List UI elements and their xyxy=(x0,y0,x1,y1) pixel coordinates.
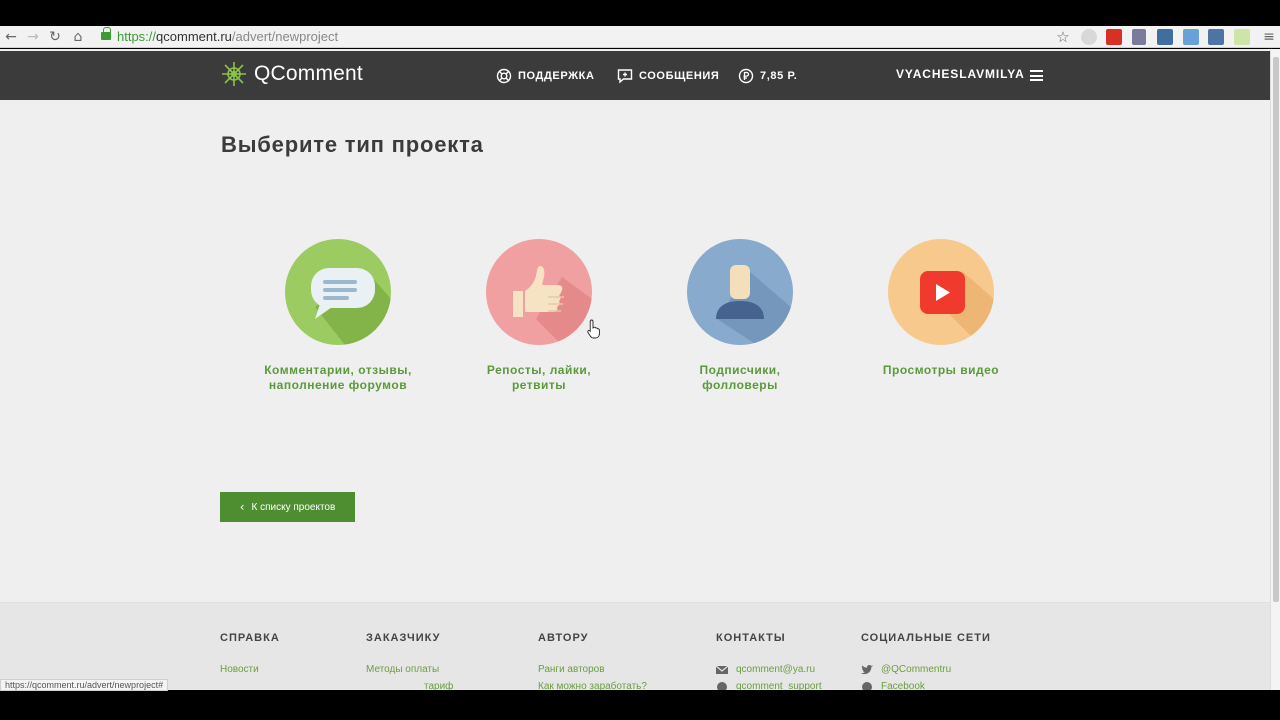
facebook-icon xyxy=(862,681,872,690)
envelope-icon xyxy=(716,665,728,674)
balance-link[interactable]: 7,85 Р. xyxy=(738,67,797,85)
footer-column-social: СОЦИАЛЬНЫЕ СЕТИ @QCommentru Facebook xyxy=(861,632,991,690)
thumbs-up-icon xyxy=(486,239,592,345)
logo-icon xyxy=(222,62,246,86)
footer-link-text: Facebook xyxy=(881,681,925,690)
messages-link[interactable]: СООБЩЕНИЯ xyxy=(617,67,719,85)
footer-link[interactable]: тариф xyxy=(424,681,453,690)
footer-heading: АВТОРУ xyxy=(538,632,589,644)
hand-cursor-icon xyxy=(587,319,600,339)
address-bar[interactable]: https://qcomment.ru/advert/newproject xyxy=(95,27,1075,47)
extension-icon[interactable] xyxy=(1234,29,1250,45)
extension-icon[interactable] xyxy=(1106,29,1122,45)
footer-column-help: СПРАВКА Новости xyxy=(220,632,280,675)
url-scheme: https:// xyxy=(117,29,157,44)
lifebuoy-icon xyxy=(496,68,512,84)
footer-link[interactable]: Как можно заработать? xyxy=(538,681,647,690)
web-page: QComment ПОДДЕРЖКА СООБЩЕНИЯ 7,85 Р. VYA… xyxy=(0,49,1270,690)
scrollbar-thumb[interactable] xyxy=(1273,57,1279,602)
footer-link-text: тариф xyxy=(424,681,454,690)
hamburger-menu-icon[interactable] xyxy=(1030,70,1043,81)
project-type-label: Подписчики, фолловеры xyxy=(699,363,781,392)
screen: ← → ↻ ⌂ https://qcomment.ru/advert/newpr… xyxy=(0,0,1280,720)
footer-link-text: Методы оплаты xyxy=(366,664,440,675)
chevron-left-icon: ‹ xyxy=(239,500,245,514)
messages-label: СООБЩЕНИЯ xyxy=(639,70,720,82)
footer-heading: КОНТАКТЫ xyxy=(716,632,786,644)
scrollbar[interactable] xyxy=(1270,49,1280,690)
footer-link[interactable]: Facebook xyxy=(861,681,991,690)
project-type-subscribers[interactable]: Подписчики, фолловеры xyxy=(660,239,820,392)
balance-label: 7,85 Р. xyxy=(760,70,798,82)
extension-icon[interactable] xyxy=(1157,29,1173,45)
lock-icon xyxy=(101,27,111,40)
message-icon xyxy=(617,69,633,84)
home-icon[interactable]: ⌂ xyxy=(69,28,87,46)
footer-heading: СПРАВКА xyxy=(220,632,280,644)
footer-link-text: qcomment_support xyxy=(736,681,822,690)
footer-link[interactable]: qcomment@ya.ru xyxy=(716,664,822,675)
footer-column-contacts: КОНТАКТЫ qcomment@ya.ru qcomment_support xyxy=(716,632,822,690)
username[interactable]: VYACHESLAVMILYA xyxy=(896,67,1025,81)
footer-link-text: @QCommentru xyxy=(881,664,952,675)
page-title: Выберите тип проекта xyxy=(221,132,484,157)
back-button-label: К списку проектов xyxy=(251,501,336,513)
extension-icon[interactable] xyxy=(1132,29,1146,45)
footer-link[interactable]: Новости xyxy=(220,664,280,675)
footer-column-author: АВТОРУ Ранги авторов Как можно заработат… xyxy=(538,632,647,690)
footer-link[interactable]: @QCommentru xyxy=(861,664,991,675)
footer-link-text: Новости xyxy=(220,664,259,675)
project-type-label: Просмотры видео xyxy=(882,363,1000,377)
ruble-icon xyxy=(738,68,754,84)
footer-heading: ЗАКАЗЧИКУ xyxy=(366,632,441,644)
url-path: /advert/newproject xyxy=(231,29,339,44)
footer-column-customer: ЗАКАЗЧИКУ Методы оплаты тариф xyxy=(366,632,453,690)
vk-icon[interactable] xyxy=(1208,29,1224,45)
url-host: qcomment.ru xyxy=(156,29,232,44)
browser-toolbar: ← → ↻ ⌂ https://qcomment.ru/advert/newpr… xyxy=(0,26,1280,48)
twitter-icon xyxy=(861,664,873,674)
support-label: ПОДДЕРЖКА xyxy=(518,70,595,82)
user-icon xyxy=(687,239,793,345)
site-header: QComment ПОДДЕРЖКА СООБЩЕНИЯ 7,85 Р. VYA… xyxy=(0,51,1270,100)
support-link[interactable]: ПОДДЕРЖКА xyxy=(496,67,595,85)
footer-heading: СОЦИАЛЬНЫЕ СЕТИ xyxy=(861,632,991,644)
footer-link[interactable]: Методы оплаты xyxy=(366,664,453,675)
extension-icon[interactable] xyxy=(1183,29,1199,45)
comment-icon xyxy=(285,239,391,345)
site-footer: СПРАВКА Новости ЗАКАЗЧИКУ Методы оплаты … xyxy=(0,602,1270,690)
project-type-comments[interactable]: Комментарии, отзывы, наполнение форумов xyxy=(258,239,418,392)
footer-link[interactable]: qcomment_support xyxy=(716,681,822,690)
video-play-icon xyxy=(888,239,994,345)
skype-icon xyxy=(717,681,727,690)
extension-icon[interactable] xyxy=(1081,29,1097,45)
status-bar-url: https://qcomment.ru/advert/newproject# xyxy=(0,679,169,691)
project-type-label: Комментарии, отзывы, наполнение форумов xyxy=(264,363,412,392)
project-type-label: Репосты, лайки, ретвиты xyxy=(486,363,592,392)
bookmark-star-icon[interactable]: ☆ xyxy=(1054,28,1072,46)
footer-link-text: Как можно заработать? xyxy=(538,681,647,690)
reload-icon[interactable]: ↻ xyxy=(46,28,64,46)
project-type-video-views[interactable]: Просмотры видео xyxy=(861,239,1021,378)
project-type-reposts[interactable]: Репосты, лайки, ретвиты xyxy=(459,239,619,392)
footer-link[interactable]: Ранги авторов xyxy=(538,664,647,675)
back-to-projects-button[interactable]: ‹ К списку проектов xyxy=(220,492,355,522)
footer-link-text: Ранги авторов xyxy=(538,664,605,675)
back-arrow-icon[interactable]: ← xyxy=(2,28,20,46)
menu-icon[interactable]: ≡ xyxy=(1260,28,1278,46)
forward-arrow-icon[interactable]: → xyxy=(24,28,42,46)
logo-text: QComment xyxy=(254,62,363,85)
footer-link-text: qcomment@ya.ru xyxy=(736,664,816,675)
logo[interactable]: QComment xyxy=(220,59,363,89)
